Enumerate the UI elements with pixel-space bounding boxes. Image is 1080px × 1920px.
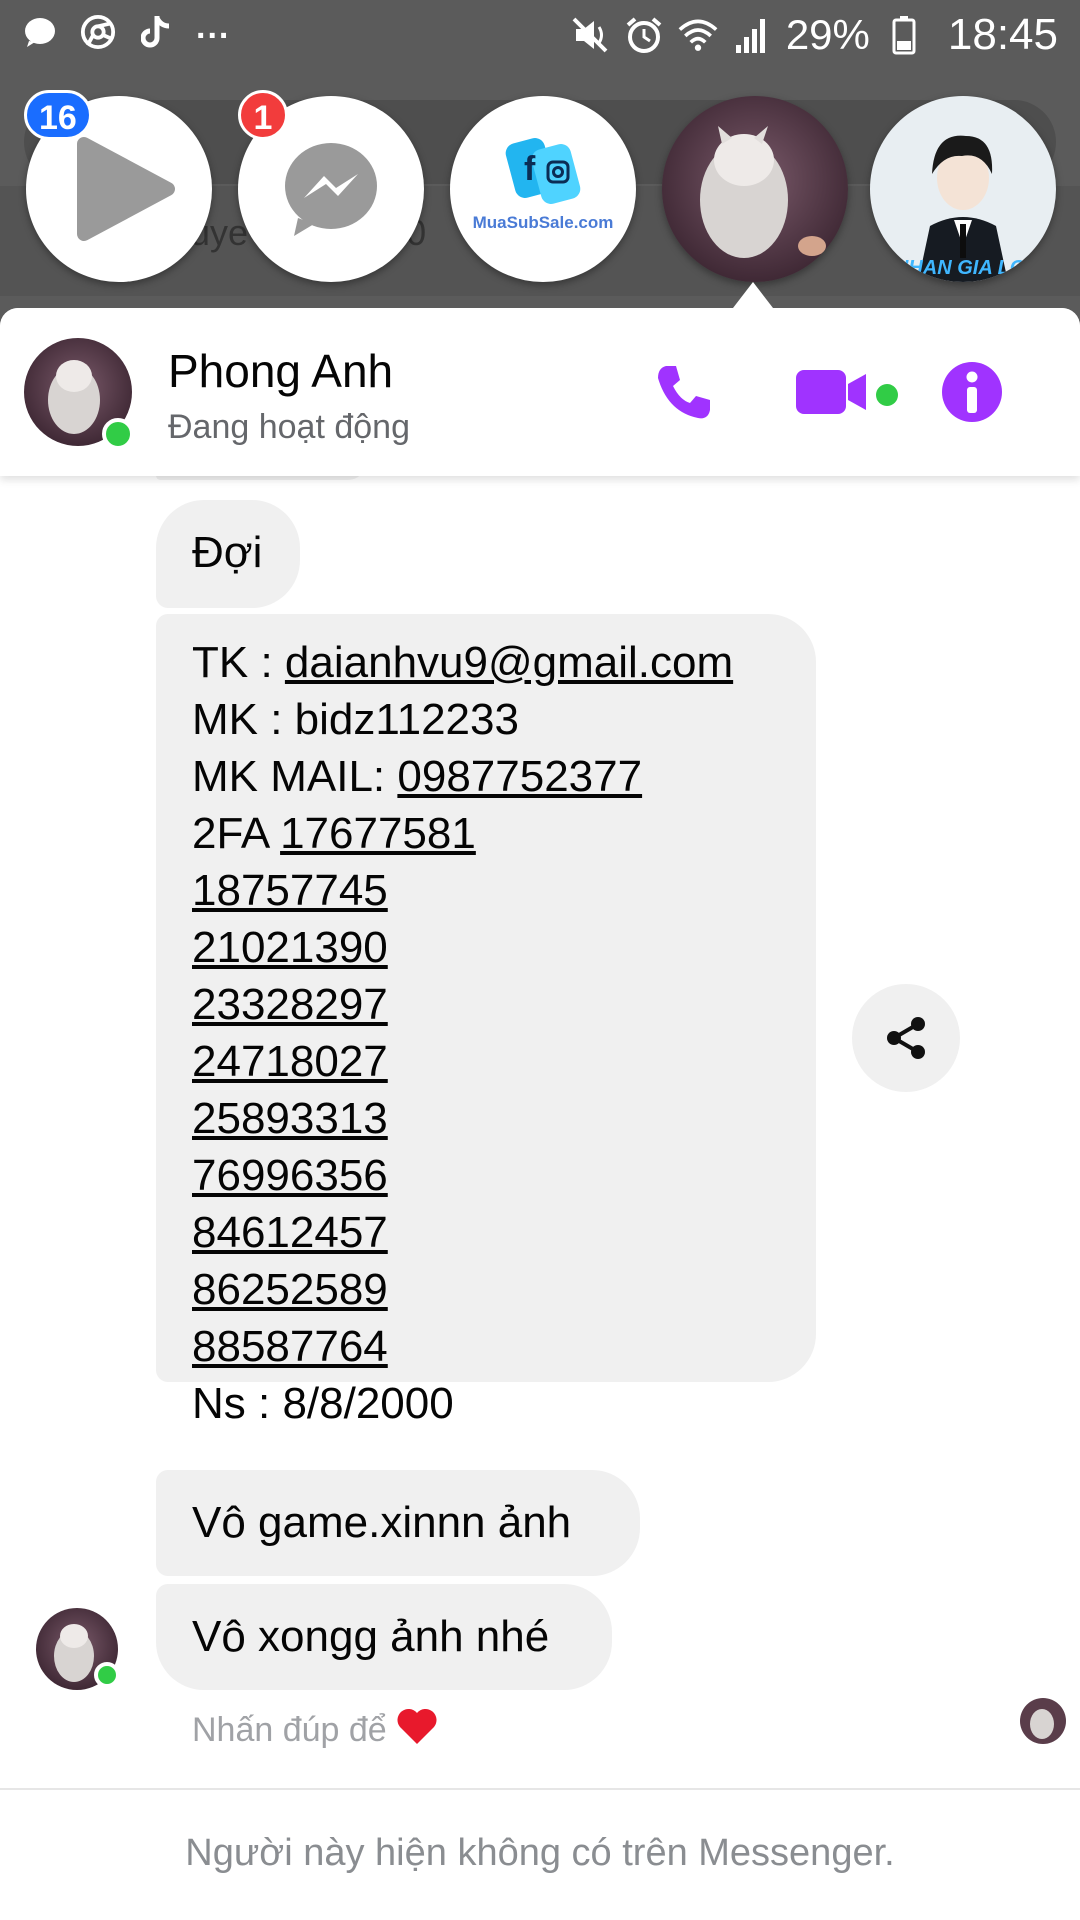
double-tap-hint: Nhấn đúp để <box>192 1706 439 1755</box>
unread-badge-messenger: 1 <box>238 90 288 140</box>
credential-line: TK : daianhvu9@gmail.com <box>192 634 780 691</box>
credential-link[interactable]: 17677581 <box>280 809 476 858</box>
chat-bubble-icon <box>22 14 58 50</box>
credential-line: 21021390 <box>192 919 780 976</box>
chat-panel: Phong Anh Đang hoạt động Đợi TK : daianh <box>0 308 1080 1920</box>
status-bar: ... 29% 18:45 <box>0 0 1080 76</box>
heart-icon <box>395 1706 439 1755</box>
clock: 18:45 <box>947 10 1058 59</box>
video-call-button[interactable] <box>790 356 874 428</box>
unread-badge-video: 16 <box>24 90 92 140</box>
credential-label: MK : bidz112233 <box>192 695 519 744</box>
credential-link[interactable]: 21021390 <box>192 923 388 972</box>
message-text: Vô game.xinnn ảnh <box>192 1498 572 1547</box>
credential-line: MK : bidz112233 <box>192 691 780 748</box>
battery-icon <box>884 15 924 55</box>
composer-divider <box>0 1788 1080 1790</box>
credential-label: MK MAIL: <box>192 752 398 801</box>
info-icon <box>942 362 1002 422</box>
message-bubble-wait[interactable]: Đợi <box>156 500 300 608</box>
voice-call-button[interactable] <box>648 356 720 428</box>
signal-icon <box>732 15 772 55</box>
seen-receipt-avatar <box>1020 1698 1066 1744</box>
message-text: Đợi <box>192 528 263 577</box>
credential-link[interactable]: 23328297 <box>192 980 388 1029</box>
credential-line: 88587764 <box>192 1318 780 1375</box>
video-camera-icon <box>796 370 866 414</box>
credential-line: 25893313 <box>192 1090 780 1147</box>
credential-link[interactable]: 88587764 <box>192 1322 388 1371</box>
online-status-dot <box>102 418 134 450</box>
credential-line: 86252589 <box>192 1261 780 1318</box>
credential-line: 18757745 <box>192 862 780 919</box>
credential-label: Ns : 8/8/2000 <box>192 1379 454 1428</box>
mute-icon <box>570 15 610 55</box>
chrome-icon <box>80 14 116 50</box>
credential-link[interactable]: 18757745 <box>192 866 388 915</box>
credential-link[interactable]: 24718027 <box>192 1037 388 1086</box>
credential-label: TK : <box>192 638 285 687</box>
credential-line: 2FA 17677581 <box>192 805 780 862</box>
phone-icon <box>658 366 710 419</box>
chat-head-muasubsale[interactable]: f MuaSubSale.com <box>450 96 636 282</box>
svg-text:MuaSubSale.com: MuaSubSale.com <box>473 213 614 232</box>
hint-text: Nhấn đúp để <box>192 1711 387 1749</box>
chat-head-anime-character[interactable]: NHAN GIA LỢI <box>870 96 1056 282</box>
credential-link[interactable]: 76996356 <box>192 1151 388 1200</box>
message-bubble-done[interactable]: Vô xongg ảnh nhé <box>156 1584 612 1690</box>
battery-percent: 29% <box>785 11 870 58</box>
credential-label: 2FA <box>192 809 281 858</box>
contact-name[interactable]: Phong Anh <box>168 344 393 398</box>
share-icon <box>887 1017 925 1059</box>
active-status: Đang hoạt động <box>168 408 410 446</box>
svg-text:f: f <box>524 150 536 188</box>
credential-link[interactable]: 25893313 <box>192 1094 388 1143</box>
unavailable-notice: Người này hiện không có trên Messenger. <box>185 1832 895 1874</box>
credential-link[interactable]: 0987752377 <box>397 752 642 801</box>
overflow-dots: ... <box>196 7 231 46</box>
chat-head-phong-anh[interactable] <box>662 96 848 282</box>
wifi-icon <box>678 15 718 55</box>
credential-link[interactable]: 84612457 <box>192 1208 388 1257</box>
video-active-dot <box>876 384 898 406</box>
credential-link[interactable]: daianhvu9@gmail.com <box>285 638 733 687</box>
message-text: Vô xongg ảnh nhé <box>192 1612 550 1661</box>
share-button[interactable] <box>852 984 960 1092</box>
credential-line: 23328297 <box>192 976 780 1033</box>
credential-line: MK MAIL: 0987752377 <box>192 748 780 805</box>
credential-line: 24718027 <box>192 1033 780 1090</box>
message-bubble-game[interactable]: Vô game.xinnn ảnh <box>156 1470 640 1576</box>
info-button[interactable] <box>936 356 1008 428</box>
message-bubble-credentials[interactable]: TK : daianhvu9@gmail.com MK : bidz112233 M… <box>156 614 816 1428</box>
sender-online-dot <box>94 1662 120 1688</box>
credential-link[interactable]: 86252589 <box>192 1265 388 1314</box>
chat-header: Phong Anh Đang hoạt động <box>0 308 1080 476</box>
active-head-pointer <box>733 282 773 308</box>
tiktok-icon <box>138 14 174 50</box>
alarm-icon <box>624 15 664 55</box>
credential-line: 76996356 <box>192 1147 780 1204</box>
credential-line: Ns : 8/8/2000 <box>192 1375 780 1432</box>
credential-line: 84612457 <box>192 1204 780 1261</box>
